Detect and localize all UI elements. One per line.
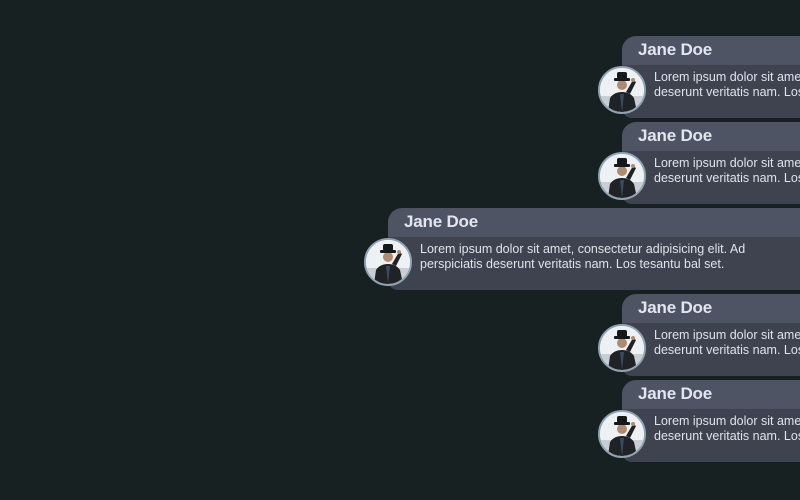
message-body: Lorem ipsum dolor sit amet, consectetur … (622, 323, 800, 376)
avatar[interactable] (598, 152, 646, 200)
message-text: Lorem ipsum dolor sit amet, consectetur … (654, 328, 800, 357)
avatar[interactable] (598, 66, 646, 114)
message-text: Lorem ipsum dolor sit amet, consectetur … (654, 70, 800, 99)
message-card-expanded[interactable]: Jane Doe Lorem ipsum dolor sit amet, con… (362, 208, 800, 290)
message-body: Lorem ipsum dolor sit amet, consectetur … (622, 409, 800, 462)
person-in-hat-icon (600, 326, 644, 370)
sender-name: Jane Doe (638, 126, 712, 145)
message-card[interactable]: Jane Doe Lorem ipsum dolor sit amet, con… (596, 380, 800, 462)
message-stack: Jane Doe Lorem ipsum dolor sit amet, con… (0, 0, 800, 500)
message-header: Jane Doe (622, 122, 800, 151)
message-card[interactable]: Jane Doe Lorem ipsum dolor sit amet, con… (596, 294, 800, 376)
message-header: Jane Doe (622, 380, 800, 409)
avatar[interactable] (598, 324, 646, 372)
message-text: Lorem ipsum dolor sit amet, consectetur … (420, 242, 746, 271)
avatar[interactable] (364, 238, 412, 286)
message-body: Lorem ipsum dolor sit amet, consectetur … (622, 151, 800, 204)
message-text: Lorem ipsum dolor sit amet, consectetur … (654, 156, 800, 185)
sender-name: Jane Doe (638, 298, 712, 317)
person-in-hat-icon (600, 154, 644, 198)
message-body: Lorem ipsum dolor sit amet, consectetur … (388, 237, 800, 290)
message-header: Jane Doe (388, 208, 800, 237)
message-card[interactable]: Jane Doe Lorem ipsum dolor sit amet, con… (596, 122, 800, 204)
sender-name: Jane Doe (638, 40, 712, 59)
message-text: Lorem ipsum dolor sit amet, consectetur … (654, 414, 800, 443)
sender-name: Jane Doe (404, 212, 478, 231)
person-in-hat-icon (366, 240, 410, 284)
message-header: Jane Doe (622, 294, 800, 323)
message-header: Jane Doe (622, 36, 800, 65)
message-card[interactable]: Jane Doe Lorem ipsum dolor sit amet, con… (596, 36, 800, 118)
message-body: Lorem ipsum dolor sit amet, consectetur … (622, 65, 800, 118)
person-in-hat-icon (600, 412, 644, 456)
person-in-hat-icon (600, 68, 644, 112)
avatar[interactable] (598, 410, 646, 458)
sender-name: Jane Doe (638, 384, 712, 403)
